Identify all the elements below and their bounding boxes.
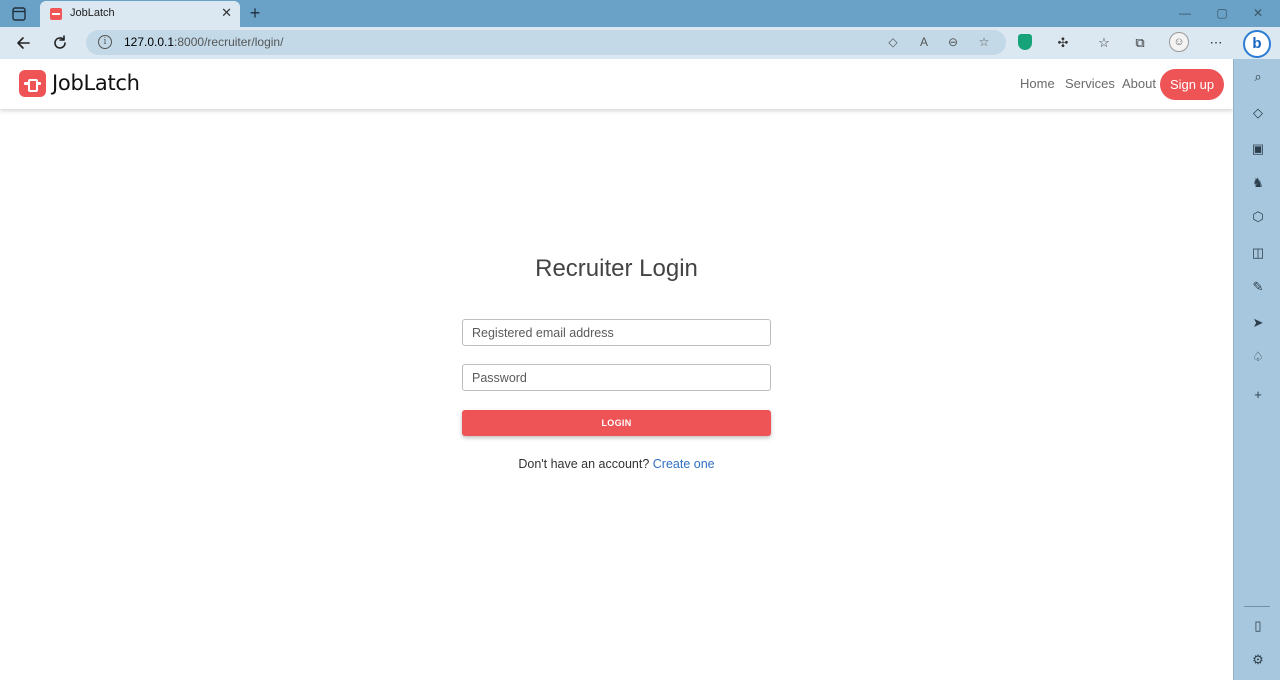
browser-tab-active[interactable]: JobLatch ✕: [40, 1, 240, 27]
search-icon[interactable]: ⌕: [1248, 67, 1268, 87]
page-content: JobLatch Home Services About Sign up Rec…: [0, 59, 1233, 680]
new-tab-button[interactable]: +: [245, 2, 265, 24]
tag-icon[interactable]: ◇: [1248, 103, 1268, 123]
address-bar[interactable]: i 127.0.0.1:8000/recruiter/login/ ◇ A ⊖ …: [86, 30, 1006, 55]
add-icon[interactable]: +: [1248, 385, 1268, 405]
email-field[interactable]: [462, 319, 771, 346]
tab-actions-icon[interactable]: [10, 5, 28, 23]
browser-toolbar: i 127.0.0.1:8000/recruiter/login/ ◇ A ⊖ …: [0, 27, 1280, 59]
maximize-button[interactable]: ▢: [1207, 3, 1237, 23]
extensions-icon[interactable]: ✣: [1053, 33, 1073, 53]
url-path: :8000/recruiter/login/: [174, 35, 284, 49]
nav-services-link[interactable]: Services: [1065, 76, 1115, 91]
shield-extension-icon[interactable]: [1018, 34, 1032, 50]
shopping-tag-icon[interactable]: ◇: [885, 34, 901, 50]
close-window-button[interactable]: ✕: [1243, 3, 1273, 23]
zoom-icon[interactable]: ⊖: [945, 34, 961, 50]
url-host: 127.0.0.1: [124, 35, 175, 49]
drop-icon[interactable]: ✎: [1248, 277, 1268, 297]
edge-sidebar: ⌕ ◇ ▣ ♞ ⬡ ◫ ✎ ➤ ♤ + ▯ ⚙: [1233, 59, 1280, 680]
nav-home-link[interactable]: Home: [1020, 76, 1055, 91]
site-navbar: JobLatch Home Services About Sign up: [0, 59, 1233, 109]
url-text[interactable]: 127.0.0.1:8000/recruiter/login/: [124, 35, 283, 49]
back-icon[interactable]: [12, 32, 34, 54]
refresh-icon[interactable]: [49, 32, 71, 54]
site-info-icon[interactable]: i: [98, 35, 112, 49]
settings-icon[interactable]: ⚙: [1248, 650, 1268, 670]
create-account-link[interactable]: Create one: [653, 457, 715, 471]
panel-icon[interactable]: ▯: [1248, 616, 1268, 636]
signup-prompt: Don't have an account? Create one: [0, 457, 1233, 471]
read-aloud-icon[interactable]: A: [916, 34, 932, 50]
brand-name: JobLatch: [52, 71, 140, 95]
chess-icon[interactable]: ♞: [1248, 173, 1268, 193]
tree-icon[interactable]: ♤: [1248, 347, 1268, 367]
tab-close-icon[interactable]: ✕: [221, 5, 232, 21]
minimize-button[interactable]: —: [1170, 3, 1200, 23]
more-options-icon[interactable]: ⋯: [1206, 33, 1226, 53]
sidebar-divider: [1244, 606, 1270, 607]
toolbox-icon[interactable]: ▣: [1248, 139, 1268, 159]
joblatch-logo-icon: [19, 69, 46, 97]
signup-prompt-text: Don't have an account?: [518, 457, 650, 471]
profile-avatar-icon[interactable]: ☺: [1169, 32, 1189, 52]
add-favorite-icon[interactable]: ☆: [976, 34, 992, 50]
copilot-icon[interactable]: ⬡: [1248, 207, 1268, 227]
tab-title: JobLatch: [70, 7, 115, 19]
favorites-icon[interactable]: ☆: [1094, 33, 1114, 53]
collections-icon[interactable]: ⧉: [1130, 33, 1150, 53]
password-field[interactable]: [462, 364, 771, 391]
page-title: Recruiter Login: [535, 255, 698, 282]
nav-about-link[interactable]: About: [1122, 76, 1156, 91]
browser-tab-bar: JobLatch ✕ + — ▢ ✕: [0, 0, 1280, 27]
send-icon[interactable]: ➤: [1248, 313, 1268, 333]
joblatch-favicon-icon: [50, 8, 62, 20]
bing-copilot-icon[interactable]: b: [1243, 30, 1271, 58]
login-button[interactable]: LOGIN: [462, 410, 771, 436]
brand-logo[interactable]: JobLatch: [14, 65, 145, 101]
outlook-icon[interactable]: ◫: [1248, 243, 1268, 263]
signup-button[interactable]: Sign up: [1160, 69, 1224, 100]
